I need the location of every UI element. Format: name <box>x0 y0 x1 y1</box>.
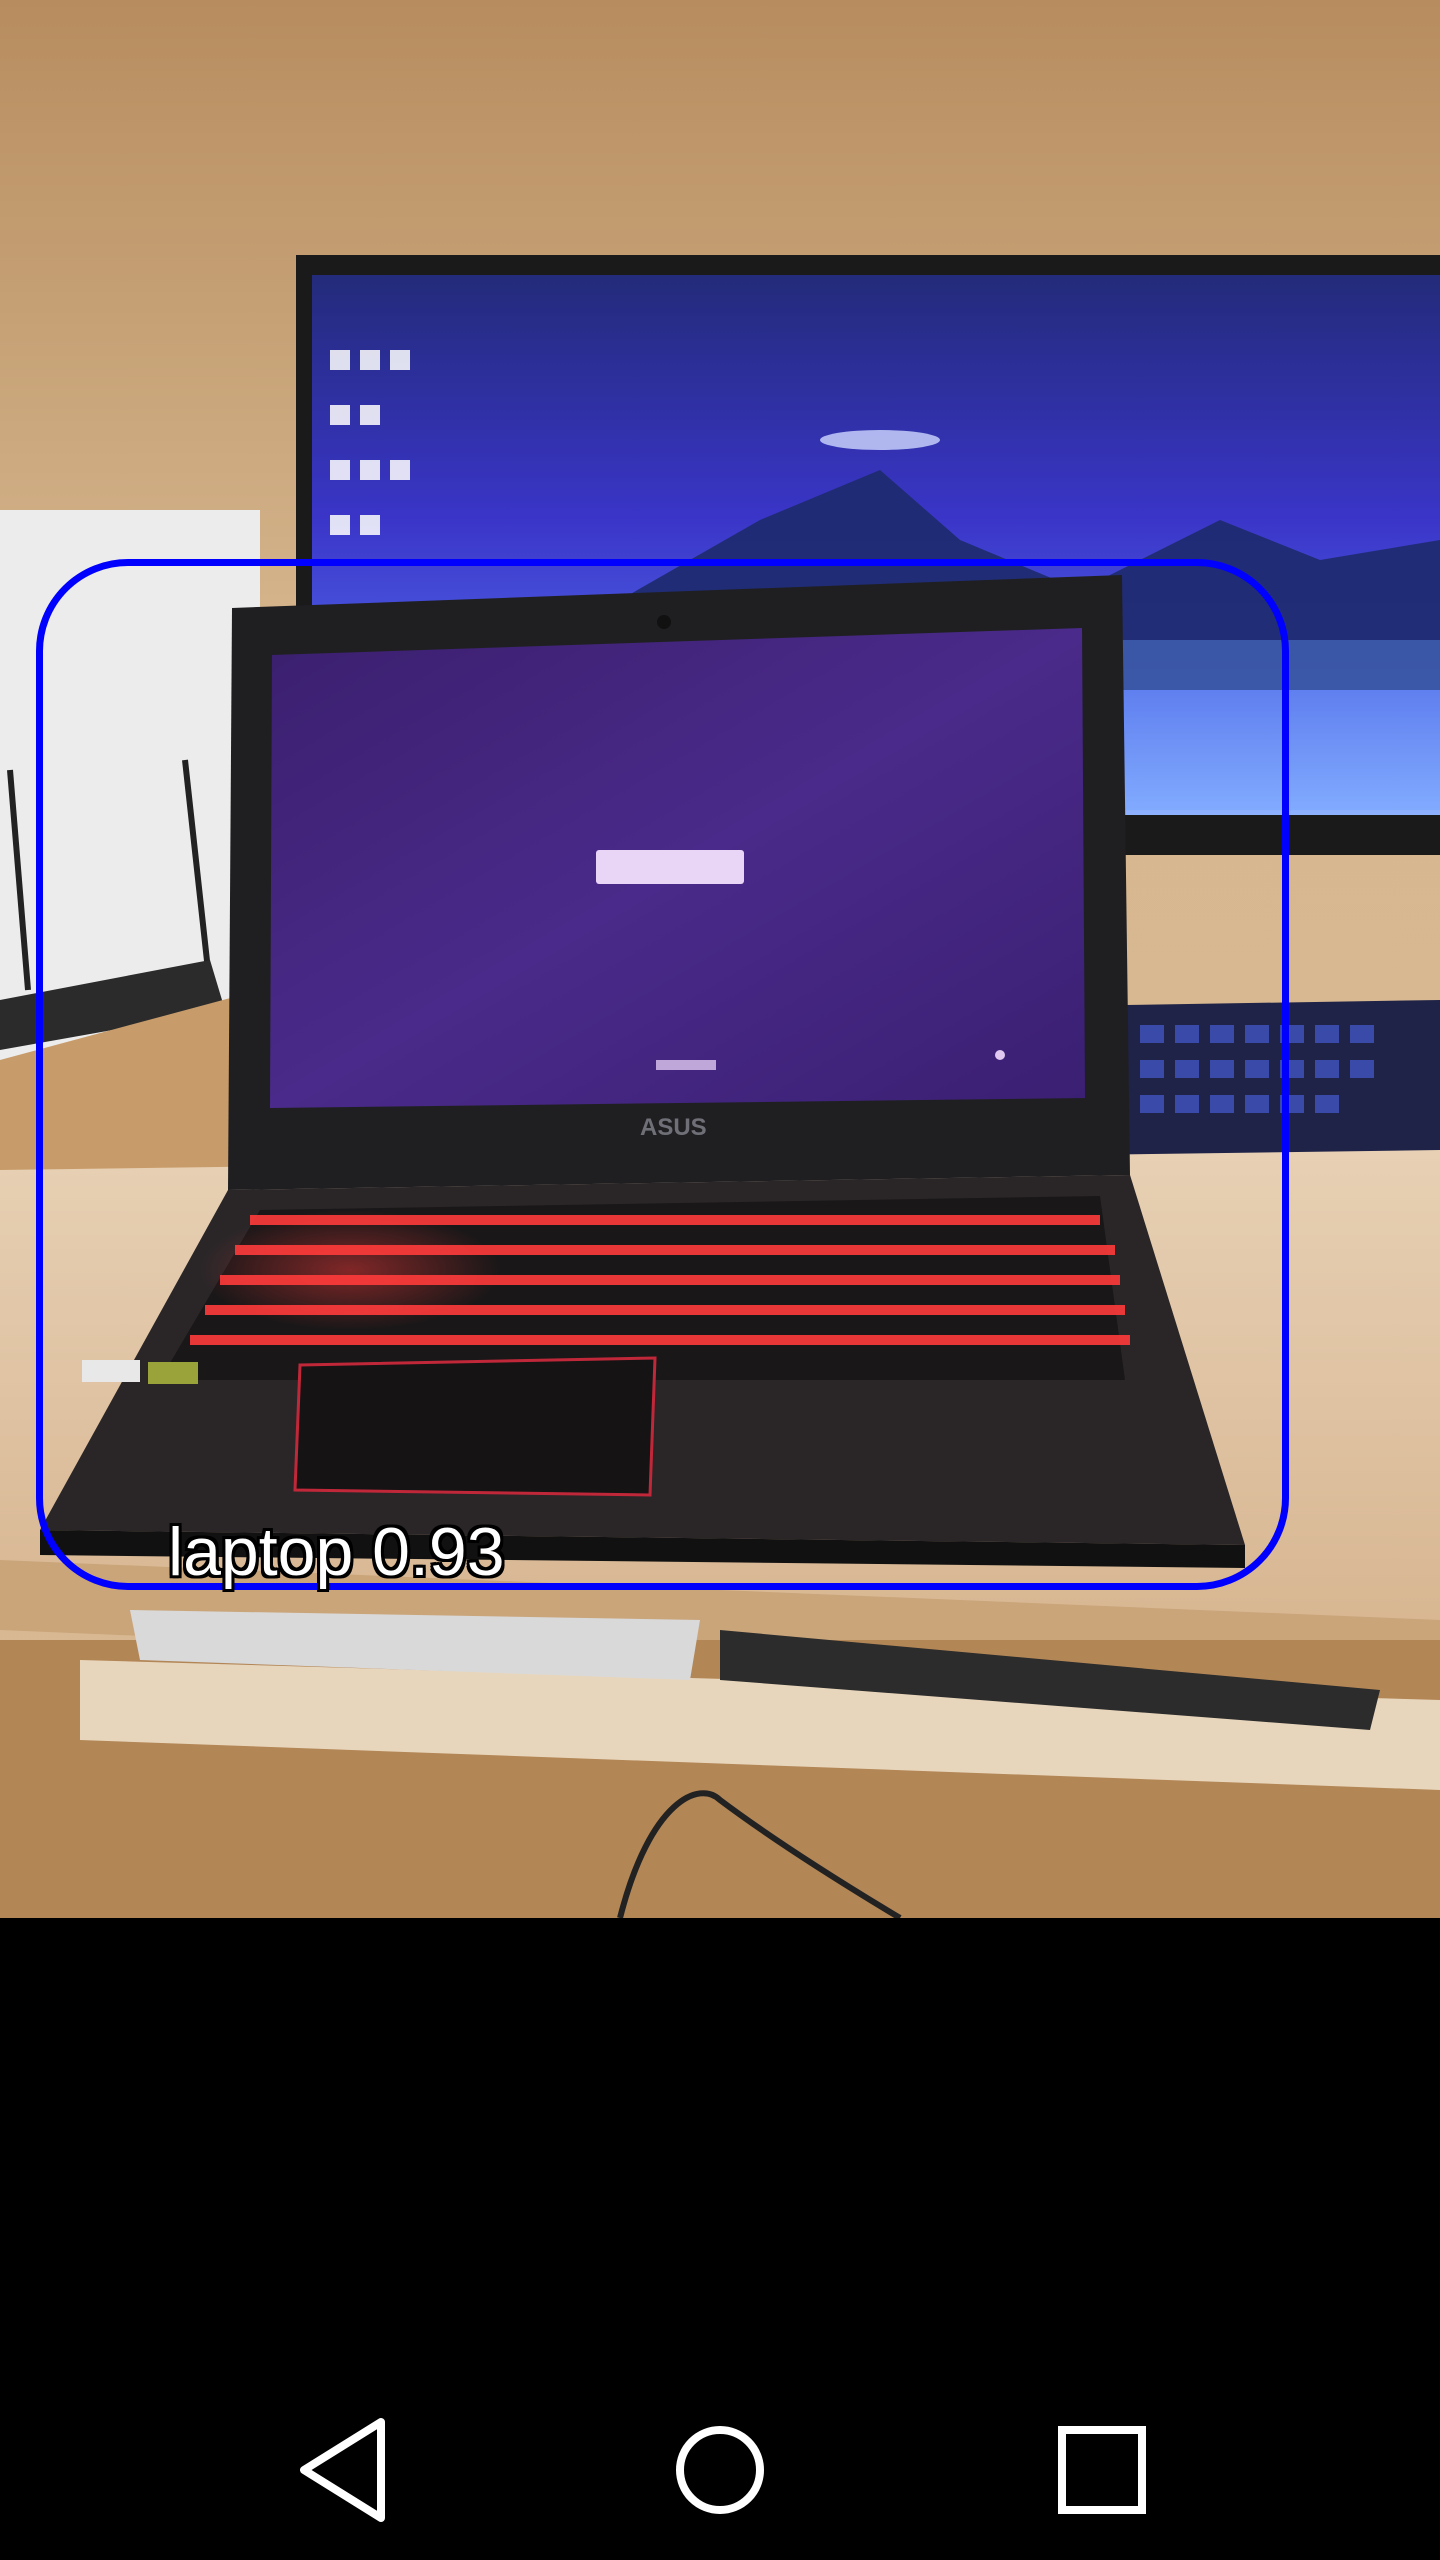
detection-label: laptop 0.93 <box>168 1514 505 1590</box>
triangle-back-icon <box>300 2418 385 2522</box>
detection-bounding-box <box>36 559 1289 1590</box>
navigation-bar <box>0 2360 1440 2560</box>
recents-button[interactable] <box>1032 2400 1172 2540</box>
circle-home-icon <box>676 2426 764 2514</box>
back-button[interactable] <box>274 2400 414 2540</box>
camera-preview: ASUS laptop 0.93 <box>0 0 1440 1918</box>
square-recents-icon <box>1058 2426 1146 2514</box>
home-button[interactable] <box>650 2400 790 2540</box>
